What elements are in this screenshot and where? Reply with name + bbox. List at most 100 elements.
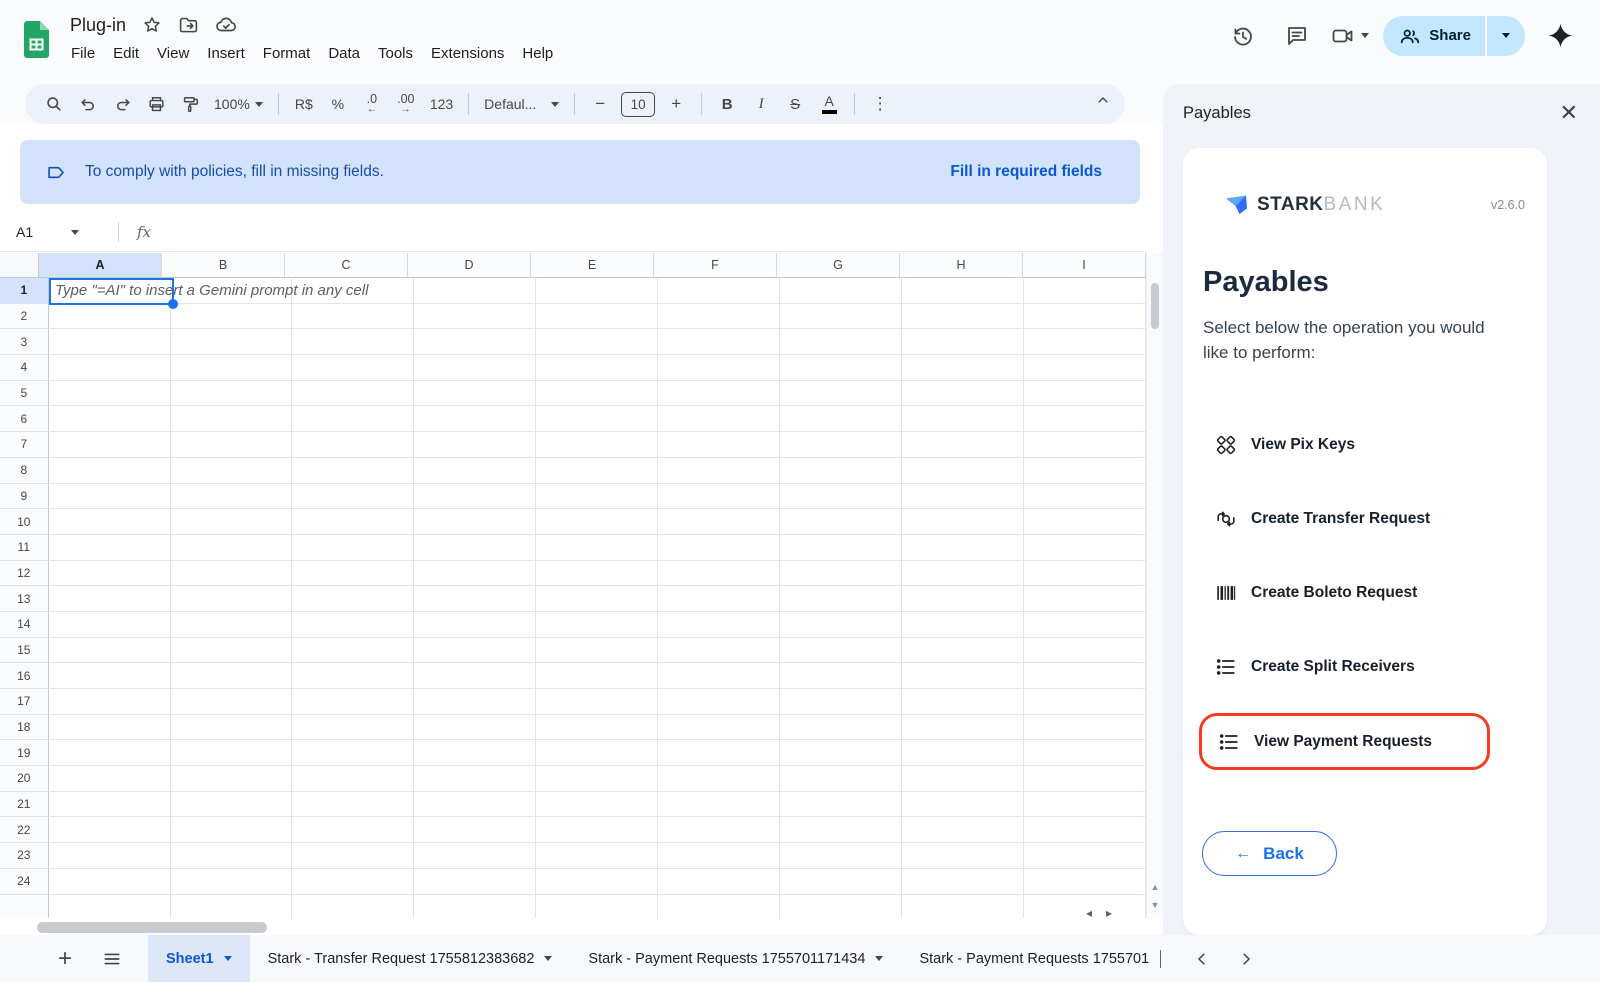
row-header-4[interactable]: 4 xyxy=(0,355,49,381)
cell-C3[interactable] xyxy=(292,329,414,355)
cell-C15[interactable] xyxy=(292,638,414,664)
tab-stark-payment-requests-1[interactable]: Stark - Payment Requests 1755701171434 xyxy=(570,935,901,982)
row-header-partial[interactable] xyxy=(0,895,49,919)
cell-G19[interactable] xyxy=(780,740,902,766)
decrease-font-size-button[interactable]: − xyxy=(585,89,615,119)
share-caret-icon[interactable] xyxy=(1487,16,1525,56)
cell-G24[interactable] xyxy=(780,869,902,895)
fill-required-fields-link[interactable]: Fill in required fields xyxy=(950,163,1114,181)
increase-font-size-button[interactable]: + xyxy=(661,89,691,119)
paint-format-icon[interactable] xyxy=(175,89,205,119)
zoom-select[interactable]: 100% xyxy=(209,89,268,119)
cell-H14[interactable] xyxy=(902,612,1024,638)
fill-handle[interactable] xyxy=(168,299,178,309)
italic-button[interactable]: I xyxy=(746,89,776,119)
cell-C10[interactable] xyxy=(292,509,414,535)
cell-A19[interactable] xyxy=(49,740,171,766)
name-box[interactable]: A1 xyxy=(0,224,118,240)
row-header-12[interactable]: 12 xyxy=(0,561,49,587)
cell-B8[interactable] xyxy=(171,458,293,484)
strikethrough-button[interactable]: S xyxy=(780,89,810,119)
more-formats-button[interactable]: 123 xyxy=(425,89,458,119)
cell-A3[interactable] xyxy=(49,329,171,355)
menu-insert[interactable]: Insert xyxy=(198,42,254,65)
cell-H6[interactable] xyxy=(902,406,1024,432)
tab-stark-payment-requests-2[interactable]: Stark - Payment Requests 1755701 xyxy=(901,935,1179,982)
cell-H7[interactable] xyxy=(902,432,1024,458)
comments-icon[interactable] xyxy=(1277,16,1317,56)
cell-C5[interactable] xyxy=(292,381,414,407)
document-title[interactable]: Plug-in xyxy=(70,15,126,36)
cell-H12[interactable] xyxy=(902,561,1024,587)
print-icon[interactable] xyxy=(141,89,171,119)
cell-D17[interactable] xyxy=(414,689,536,715)
cell-G18[interactable] xyxy=(780,715,902,741)
cell-A2[interactable] xyxy=(49,304,171,330)
cell-I6[interactable] xyxy=(1024,406,1146,432)
cell-I1[interactable] xyxy=(1024,278,1146,304)
menu-help[interactable]: Help xyxy=(513,42,562,65)
cell-H11[interactable] xyxy=(902,535,1024,561)
row-header-23[interactable]: 23 xyxy=(0,843,49,869)
cell-F14[interactable] xyxy=(658,612,780,638)
cell-I14[interactable] xyxy=(1024,612,1146,638)
cell-F17[interactable] xyxy=(658,689,780,715)
cell-F21[interactable] xyxy=(658,792,780,818)
cell-B9[interactable] xyxy=(171,484,293,510)
cell-C20[interactable] xyxy=(292,766,414,792)
cell-F9[interactable] xyxy=(658,484,780,510)
cell-D8[interactable] xyxy=(414,458,536,484)
row-header-15[interactable]: 15 xyxy=(0,638,49,664)
cell-E1[interactable] xyxy=(536,278,658,304)
cell-G11[interactable] xyxy=(780,535,902,561)
cell-F16[interactable] xyxy=(658,663,780,689)
cell-I23[interactable] xyxy=(1024,843,1146,869)
cell-E[interactable] xyxy=(536,895,658,919)
column-header-A[interactable]: A xyxy=(39,253,162,278)
cell-F13[interactable] xyxy=(658,586,780,612)
undo-icon[interactable] xyxy=(73,89,103,119)
star-icon[interactable] xyxy=(142,15,162,35)
tab-caret-icon[interactable] xyxy=(544,956,552,961)
cell-A15[interactable] xyxy=(49,638,171,664)
cell-A4[interactable] xyxy=(49,355,171,381)
format-currency-button[interactable]: R$ xyxy=(289,89,319,119)
bold-button[interactable]: B xyxy=(712,89,742,119)
cell-I10[interactable] xyxy=(1024,509,1146,535)
cell-B22[interactable] xyxy=(171,817,293,843)
cell-F11[interactable] xyxy=(658,535,780,561)
add-sheet-button[interactable]: + xyxy=(58,945,72,973)
cell-H21[interactable] xyxy=(902,792,1024,818)
cell-C24[interactable] xyxy=(292,869,414,895)
cell-G1[interactable] xyxy=(780,278,902,304)
cell-D2[interactable] xyxy=(414,304,536,330)
cell-D9[interactable] xyxy=(414,484,536,510)
cell-D16[interactable] xyxy=(414,663,536,689)
cell-C14[interactable] xyxy=(292,612,414,638)
cell-G8[interactable] xyxy=(780,458,902,484)
cell-F23[interactable] xyxy=(658,843,780,869)
row-header-1[interactable]: 1 xyxy=(0,278,49,304)
cell-H16[interactable] xyxy=(902,663,1024,689)
cell-G12[interactable] xyxy=(780,561,902,587)
cell-G10[interactable] xyxy=(780,509,902,535)
cell-C21[interactable] xyxy=(292,792,414,818)
cell-D6[interactable] xyxy=(414,406,536,432)
share-button[interactable]: Share xyxy=(1383,16,1525,56)
cell-C9[interactable] xyxy=(292,484,414,510)
row-header-20[interactable]: 20 xyxy=(0,766,49,792)
meet-icon[interactable] xyxy=(1331,24,1369,48)
scroll-up-icon[interactable]: ▲ xyxy=(1150,882,1160,892)
cell-D11[interactable] xyxy=(414,535,536,561)
cell-F2[interactable] xyxy=(658,304,780,330)
scroll-left-icon[interactable]: ◂ xyxy=(1086,906,1092,920)
cell-B14[interactable] xyxy=(171,612,293,638)
tabs-prev-icon[interactable] xyxy=(1193,950,1211,968)
cell-E10[interactable] xyxy=(536,509,658,535)
cell-F20[interactable] xyxy=(658,766,780,792)
cell-C[interactable] xyxy=(292,895,414,919)
cell-F4[interactable] xyxy=(658,355,780,381)
fx-icon[interactable]: fx xyxy=(137,223,151,241)
cell-B18[interactable] xyxy=(171,715,293,741)
cell-A6[interactable] xyxy=(49,406,171,432)
